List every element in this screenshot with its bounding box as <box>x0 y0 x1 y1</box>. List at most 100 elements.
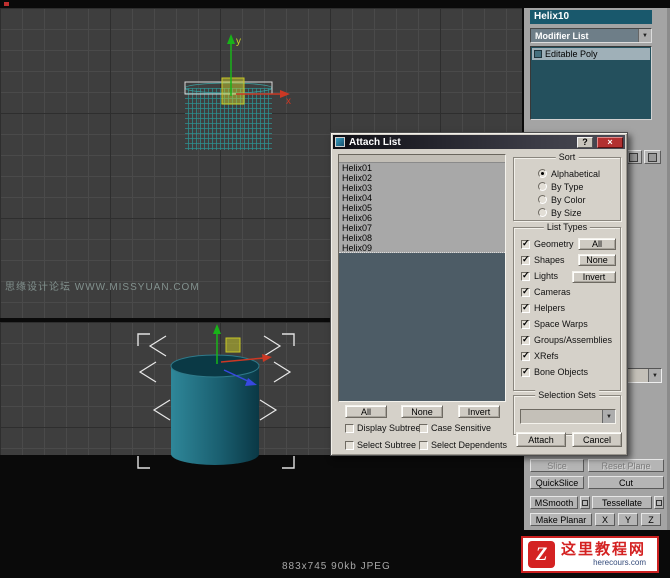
sort-option-by-color[interactable]: By Color <box>514 193 620 206</box>
dialog-titlebar[interactable]: Attach List ? × <box>333 135 625 149</box>
list-item[interactable]: Helix05 <box>339 203 505 213</box>
list-item[interactable]: Helix02 <box>339 173 505 183</box>
option-label: Helpers <box>534 303 566 313</box>
app-icon <box>335 137 345 147</box>
checkbox-icon <box>419 423 428 433</box>
type-groups-assemblies[interactable]: Groups/Assemblies <box>514 332 620 348</box>
type-bone-objects[interactable]: Bone Objects <box>514 364 620 380</box>
site-name: 这里教程网 <box>561 541 647 558</box>
chevron-down-icon <box>638 29 651 42</box>
select-none-button[interactable]: None <box>401 405 443 418</box>
image-info-text: 883x745 90kb JPEG <box>282 561 391 572</box>
checkbox-icon <box>345 423 354 433</box>
checkbox-icon <box>521 334 530 345</box>
modifier-list-label: Modifier List <box>535 30 589 41</box>
slice-button[interactable]: Slice <box>530 459 584 472</box>
option-label: Bone Objects <box>534 367 589 377</box>
list-item[interactable]: Helix01 <box>339 163 505 173</box>
object-list[interactable]: Helix01 Helix02 Helix03 Helix04 Helix05 … <box>338 154 506 402</box>
types-invert-button[interactable]: Invert <box>572 271 616 283</box>
types-all-button[interactable]: All <box>578 238 616 250</box>
quickslice-button[interactable]: QuickSlice <box>530 476 584 489</box>
stack-item-label: Editable Poly <box>545 49 598 59</box>
type-cameras[interactable]: Cameras <box>514 284 620 300</box>
case-sensitive-checkbox[interactable]: Case Sensitive <box>419 423 491 433</box>
option-label: Select Dependents <box>431 440 508 450</box>
list-item[interactable]: Helix04 <box>339 193 505 203</box>
planar-y-button[interactable]: Y <box>618 513 638 526</box>
reset-plane-button[interactable]: Reset Plane <box>588 459 664 472</box>
list-item[interactable]: Helix06 <box>339 213 505 223</box>
planar-z-button[interactable]: Z <box>641 513 661 526</box>
gizmo-plane-handle[interactable] <box>221 77 245 105</box>
option-label: XRefs <box>534 351 559 361</box>
top-strip <box>0 0 670 8</box>
checkbox-icon <box>521 238 530 249</box>
sort-option-by-size[interactable]: By Size <box>514 206 620 219</box>
make-planar-button[interactable]: Make Planar <box>530 513 592 526</box>
modifier-stack: Editable Poly <box>530 46 652 120</box>
option-label: Geometry <box>534 239 574 249</box>
stack-tool-icon[interactable] <box>644 150 661 164</box>
type-xrefs[interactable]: XRefs <box>514 348 620 364</box>
select-all-button[interactable]: All <box>345 405 387 418</box>
option-label: Cameras <box>534 287 571 297</box>
checkbox-icon <box>521 302 530 313</box>
cylinder-object[interactable] <box>170 354 260 465</box>
checkbox-icon <box>521 318 530 329</box>
selection-sets-dropdown[interactable] <box>520 409 616 424</box>
attach-list-dialog: Attach List ? × Helix01 Helix02 Helix03 … <box>330 132 628 456</box>
sort-option-by-type[interactable]: By Type <box>514 180 620 193</box>
list-item[interactable]: Helix07 <box>339 223 505 233</box>
selection-sets-label: Selection Sets <box>535 390 599 400</box>
forum-watermark: 思缘设计论坛 WWW.MISSYUAN.COM <box>5 282 200 293</box>
sort-group-label: Sort <box>555 152 579 162</box>
selection-sets-group: Selection Sets <box>513 390 621 435</box>
checkbox-icon <box>345 440 354 450</box>
red-indicator <box>4 2 9 6</box>
sort-option-alphabetical[interactable]: Alphabetical <box>514 167 620 180</box>
checkbox-icon <box>521 366 530 377</box>
radio-icon <box>538 182 547 191</box>
cancel-button[interactable]: Cancel <box>572 432 622 447</box>
site-logo-icon: Z <box>528 541 555 568</box>
option-label: Shapes <box>534 255 565 265</box>
option-label: Groups/Assemblies <box>534 335 613 345</box>
application-window: y x 思缘设计论坛 WWW.MISSYUAN.COM Helix10 Modi… <box>0 0 670 578</box>
modifier-list-dropdown[interactable]: Modifier List <box>530 28 652 43</box>
planar-x-button[interactable]: X <box>595 513 615 526</box>
sort-group: Sort Alphabetical By Type By Color By Si… <box>513 152 621 221</box>
cut-button[interactable]: Cut <box>588 476 664 489</box>
select-dependents-checkbox[interactable]: Select Dependents <box>419 440 507 450</box>
close-button[interactable]: × <box>597 136 623 148</box>
axis-x-label: x <box>286 96 291 107</box>
tessellate-settings-button[interactable] <box>654 496 664 509</box>
select-invert-button[interactable]: Invert <box>458 405 500 418</box>
msmooth-button[interactable]: MSmooth <box>530 496 578 509</box>
option-label: Lights <box>534 271 559 281</box>
types-none-button[interactable]: None <box>578 254 616 266</box>
attach-button[interactable]: Attach <box>516 432 566 447</box>
msmooth-settings-button[interactable] <box>580 496 590 509</box>
display-subtree-checkbox[interactable]: Display Subtree <box>345 423 421 433</box>
list-item[interactable]: Helix09 <box>339 243 505 253</box>
list-item[interactable]: Helix08 <box>339 233 505 243</box>
list-types-group-label: List Types <box>543 222 591 232</box>
checkbox-icon <box>521 254 530 265</box>
checkbox-icon <box>521 350 530 361</box>
dialog-title: Attach List <box>349 136 401 148</box>
stack-item-editable-poly[interactable]: Editable Poly <box>532 48 650 60</box>
select-subtree-checkbox[interactable]: Select Subtree <box>345 440 416 450</box>
object-name-field[interactable]: Helix10 <box>530 10 652 24</box>
site-url: herecours.com <box>593 558 647 567</box>
type-helpers[interactable]: Helpers <box>514 300 620 316</box>
help-button[interactable]: ? <box>577 136 593 148</box>
checkbox-icon <box>521 286 530 297</box>
option-label: Space Warps <box>534 319 588 329</box>
type-space-warps[interactable]: Space Warps <box>514 316 620 332</box>
option-label: Select Subtree <box>357 440 417 450</box>
site-watermark[interactable]: Z 这里教程网 herecours.com <box>521 536 659 573</box>
list-item[interactable]: Helix03 <box>339 183 505 193</box>
tessellate-button[interactable]: Tessellate <box>592 496 652 509</box>
chevron-down-icon <box>648 369 661 382</box>
